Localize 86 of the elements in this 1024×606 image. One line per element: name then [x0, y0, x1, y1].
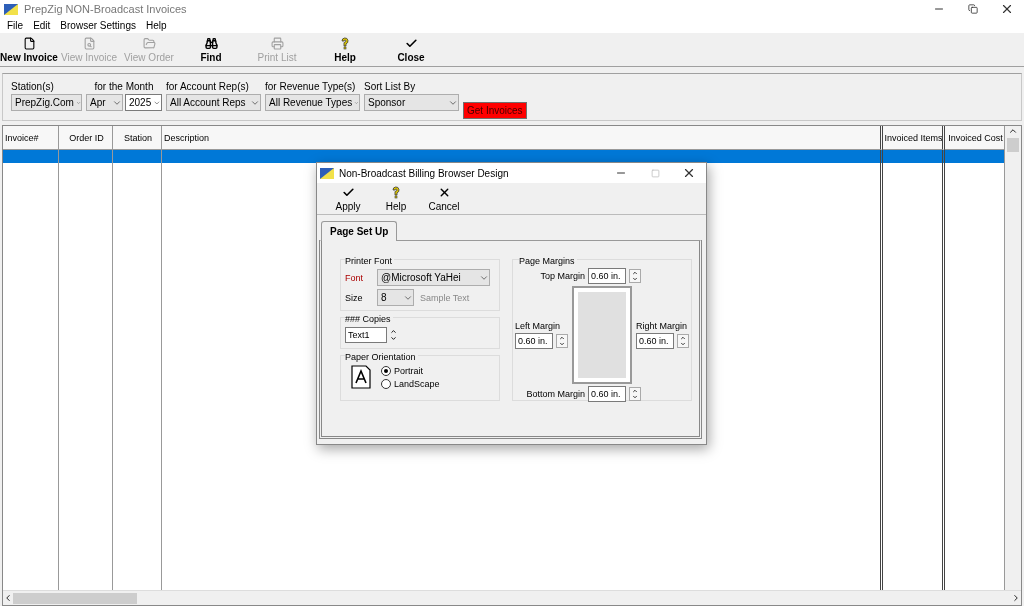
bottom-margin-label: Bottom Margin [526, 389, 585, 399]
group-title: Paper Orientation [345, 352, 418, 362]
check-icon [341, 185, 355, 199]
column-header[interactable]: Order ID [59, 126, 113, 150]
spin-button[interactable] [390, 328, 397, 342]
menu-item[interactable]: Help [140, 18, 172, 33]
dropdown[interactable]: 2025 [125, 94, 162, 111]
filter-label: Sort List By [364, 81, 417, 92]
app-logo-icon [4, 3, 18, 15]
spin-button[interactable] [556, 334, 568, 348]
font-label: Font [345, 272, 364, 283]
scroll-thumb[interactable] [1007, 138, 1019, 152]
group-title: ### Copies [345, 314, 393, 324]
document-letter-icon [351, 365, 371, 389]
table-cell[interactable] [883, 150, 945, 163]
font-dropdown[interactable]: @Microsoft YaHei [377, 269, 490, 286]
toolbar-button[interactable]: Cancel [423, 183, 465, 214]
size-dropdown[interactable]: 8 [377, 289, 414, 306]
table-cell[interactable] [59, 150, 113, 163]
menu-item[interactable]: Browser Settings [55, 18, 141, 33]
window-title: PrepZig NON-Broadcast Invoices [24, 3, 187, 15]
binoculars-icon [204, 36, 218, 50]
margin-field[interactable]: 0.60 in. [515, 333, 553, 349]
table-cell[interactable] [3, 150, 59, 163]
filter-label: for Account Rep(s) [166, 81, 250, 92]
horizontal-scrollbar[interactable] [3, 590, 1021, 605]
toolbar-button[interactable]: Close [380, 33, 442, 66]
table-cell[interactable] [113, 150, 162, 163]
copies-field[interactable]: Text1 [345, 327, 387, 343]
spin-button[interactable] [629, 269, 641, 283]
page-icon [22, 36, 36, 50]
question-mark-icon [390, 185, 402, 199]
filter-label: for the Month [93, 81, 155, 92]
question-mark-icon [339, 36, 351, 50]
toolbar-button[interactable]: Find [178, 33, 244, 66]
column-header[interactable]: Description [162, 126, 883, 150]
dropdown[interactable]: All Account Reps [166, 94, 261, 111]
toolbar-button[interactable]: New Invoice [0, 33, 58, 66]
size-label: Size [345, 292, 364, 303]
dialog-title: Non-Broadcast Billing Browser Design [339, 167, 509, 179]
margin-field[interactable]: 0.60 in. [636, 333, 674, 349]
right-margin-label: Right Margin [636, 321, 689, 331]
page-search-icon [82, 36, 96, 50]
dropdown[interactable]: PrepZig.Com [11, 94, 82, 111]
toolbar-button[interactable]: Help [310, 33, 380, 66]
dropdown[interactable]: Sponsor [364, 94, 459, 111]
scroll-thumb[interactable] [13, 592, 137, 604]
close-icon [1000, 2, 1014, 16]
scroll-right-icon [1011, 593, 1021, 603]
app-logo-icon [320, 167, 334, 179]
toolbar-button[interactable]: Apply [327, 183, 369, 214]
scroll-left-icon [3, 593, 13, 603]
folder-icon [142, 36, 156, 50]
close-icon [682, 166, 696, 180]
table-cell[interactable] [162, 150, 883, 163]
sample-text: Sample Text [420, 292, 470, 303]
radio-option[interactable]: LandScape [381, 378, 440, 389]
maximize-icon [650, 168, 660, 178]
spin-button[interactable] [677, 334, 689, 348]
printer-icon [270, 36, 284, 50]
radio-option[interactable]: Portrait [381, 365, 440, 376]
column-header[interactable]: Invoiced Cost [945, 126, 1005, 150]
margin-field[interactable]: 0.60 in. [588, 268, 626, 284]
tab[interactable]: Page Set Up [321, 221, 398, 241]
check-icon [404, 36, 418, 50]
margin-field[interactable]: 0.60 in. [588, 386, 626, 402]
menu-item[interactable]: Edit [28, 18, 56, 33]
dropdown[interactable]: All Revenue Types [265, 94, 360, 111]
group-title: Page Margins [519, 256, 577, 266]
filter-label: Station(s) [11, 81, 55, 92]
vertical-scrollbar[interactable] [1005, 126, 1021, 590]
filter-label: for Revenue Type(s) [265, 81, 357, 92]
column-header[interactable]: Station [113, 126, 162, 150]
column-header[interactable]: Invoiced Items [883, 126, 945, 150]
column-header[interactable]: Invoice# [3, 126, 59, 150]
dropdown[interactable]: Apr [86, 94, 123, 111]
get-invoices-button[interactable]: Get Invoices [463, 102, 527, 119]
top-margin-label: Top Margin [540, 271, 585, 281]
toolbar-button[interactable]: Help [369, 183, 423, 214]
menu-item[interactable]: File [2, 18, 29, 33]
table-cell[interactable] [945, 150, 1005, 163]
left-margin-label: Left Margin [515, 321, 562, 331]
spin-button[interactable] [629, 387, 641, 401]
scroll-up-icon [1008, 126, 1018, 136]
restore-icon [968, 4, 978, 14]
group-title: Printer Font [345, 256, 395, 266]
